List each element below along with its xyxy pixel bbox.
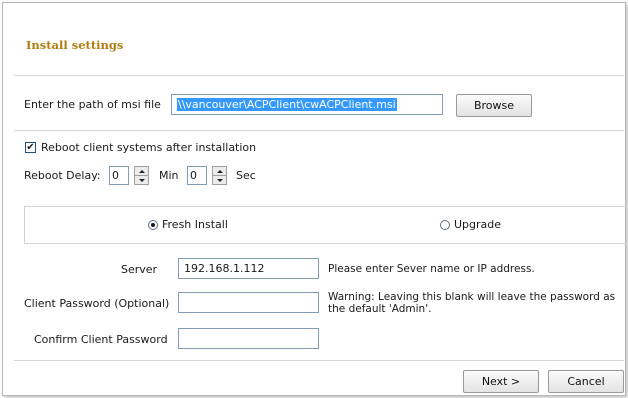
- msi-path-input[interactable]: \\vancouver\ACPClient\cwACPClient.msi: [171, 94, 443, 115]
- radio-dot-icon: [151, 223, 155, 227]
- cancel-button[interactable]: Cancel: [548, 370, 624, 393]
- client-password-input[interactable]: [178, 292, 319, 313]
- page-title: Install settings: [26, 38, 124, 52]
- spin-down-arrow-icon[interactable]: [135, 176, 148, 184]
- msi-path-value: \\vancouver\ACPClient\cwACPClient.msi: [177, 98, 397, 111]
- password-warning: Warning: Leaving this blank will leave t…: [328, 291, 616, 315]
- sec-unit-label: Sec: [236, 169, 256, 182]
- reboot-sec-spinner[interactable]: [212, 166, 227, 185]
- msi-divider: [14, 130, 624, 131]
- checkmark-icon: ✔: [26, 142, 35, 153]
- header-divider: [14, 75, 624, 76]
- reboot-sec-input[interactable]: 0: [187, 166, 207, 185]
- reboot-min-input[interactable]: 0: [109, 166, 129, 185]
- msi-path-label: Enter the path of msi file: [24, 98, 161, 111]
- reboot-checkbox-label: Reboot client systems after installation: [41, 141, 257, 154]
- server-label: Server: [121, 263, 158, 276]
- install-type-group: [24, 206, 626, 244]
- server-input[interactable]: 192.168.1.112: [178, 258, 319, 279]
- next-button[interactable]: Next >: [463, 370, 539, 393]
- fresh-install-label[interactable]: Fresh Install: [162, 218, 228, 231]
- upgrade-label[interactable]: Upgrade: [454, 218, 501, 231]
- reboot-checkbox[interactable]: ✔: [25, 142, 36, 153]
- footer-divider: [14, 360, 624, 361]
- min-unit-label: Min: [159, 169, 179, 182]
- reboot-delay-label: Reboot Delay:: [24, 169, 101, 182]
- spin-down-arrow-icon[interactable]: [213, 176, 226, 184]
- confirm-password-label: Confirm Client Password: [34, 333, 168, 346]
- upgrade-radio[interactable]: [440, 220, 450, 230]
- reboot-min-spinner[interactable]: [134, 166, 149, 185]
- client-password-label: Client Password (Optional): [24, 297, 170, 310]
- fresh-install-radio[interactable]: [148, 220, 158, 230]
- confirm-password-input[interactable]: [178, 328, 319, 349]
- spin-up-arrow-icon[interactable]: [135, 167, 148, 176]
- spin-up-arrow-icon[interactable]: [213, 167, 226, 176]
- server-hint: Please enter Sever name or IP address.: [328, 263, 535, 275]
- browse-button[interactable]: Browse: [456, 94, 532, 117]
